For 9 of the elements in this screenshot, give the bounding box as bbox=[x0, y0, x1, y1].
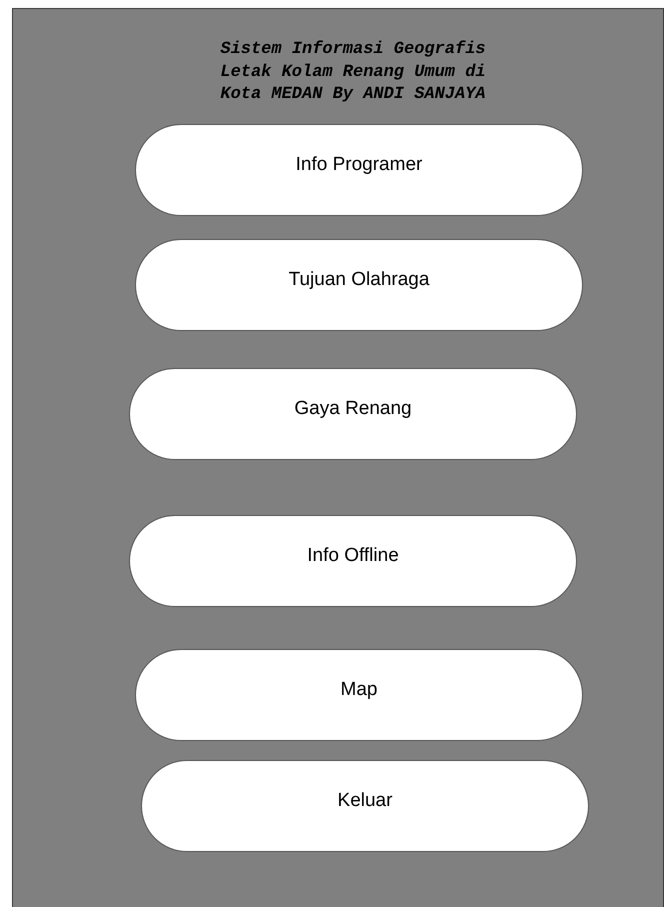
menu-button[interactable]: Tujuan Olahraga bbox=[135, 238, 583, 330]
menu-button[interactable]: Info Offline bbox=[129, 514, 577, 606]
menu-button[interactable]: Info Programer bbox=[135, 124, 583, 216]
menu-button[interactable]: Gaya Renang bbox=[129, 368, 577, 460]
title-line: Kota MEDAN By ANDI SANJAYA bbox=[219, 84, 487, 106]
title-line: Sistem Informasi Geografis bbox=[219, 39, 487, 61]
menu-button[interactable]: Map bbox=[135, 648, 583, 740]
menu-button[interactable]: Keluar bbox=[141, 760, 589, 852]
title-line: Letak Kolam Renang Umum di bbox=[219, 62, 487, 84]
